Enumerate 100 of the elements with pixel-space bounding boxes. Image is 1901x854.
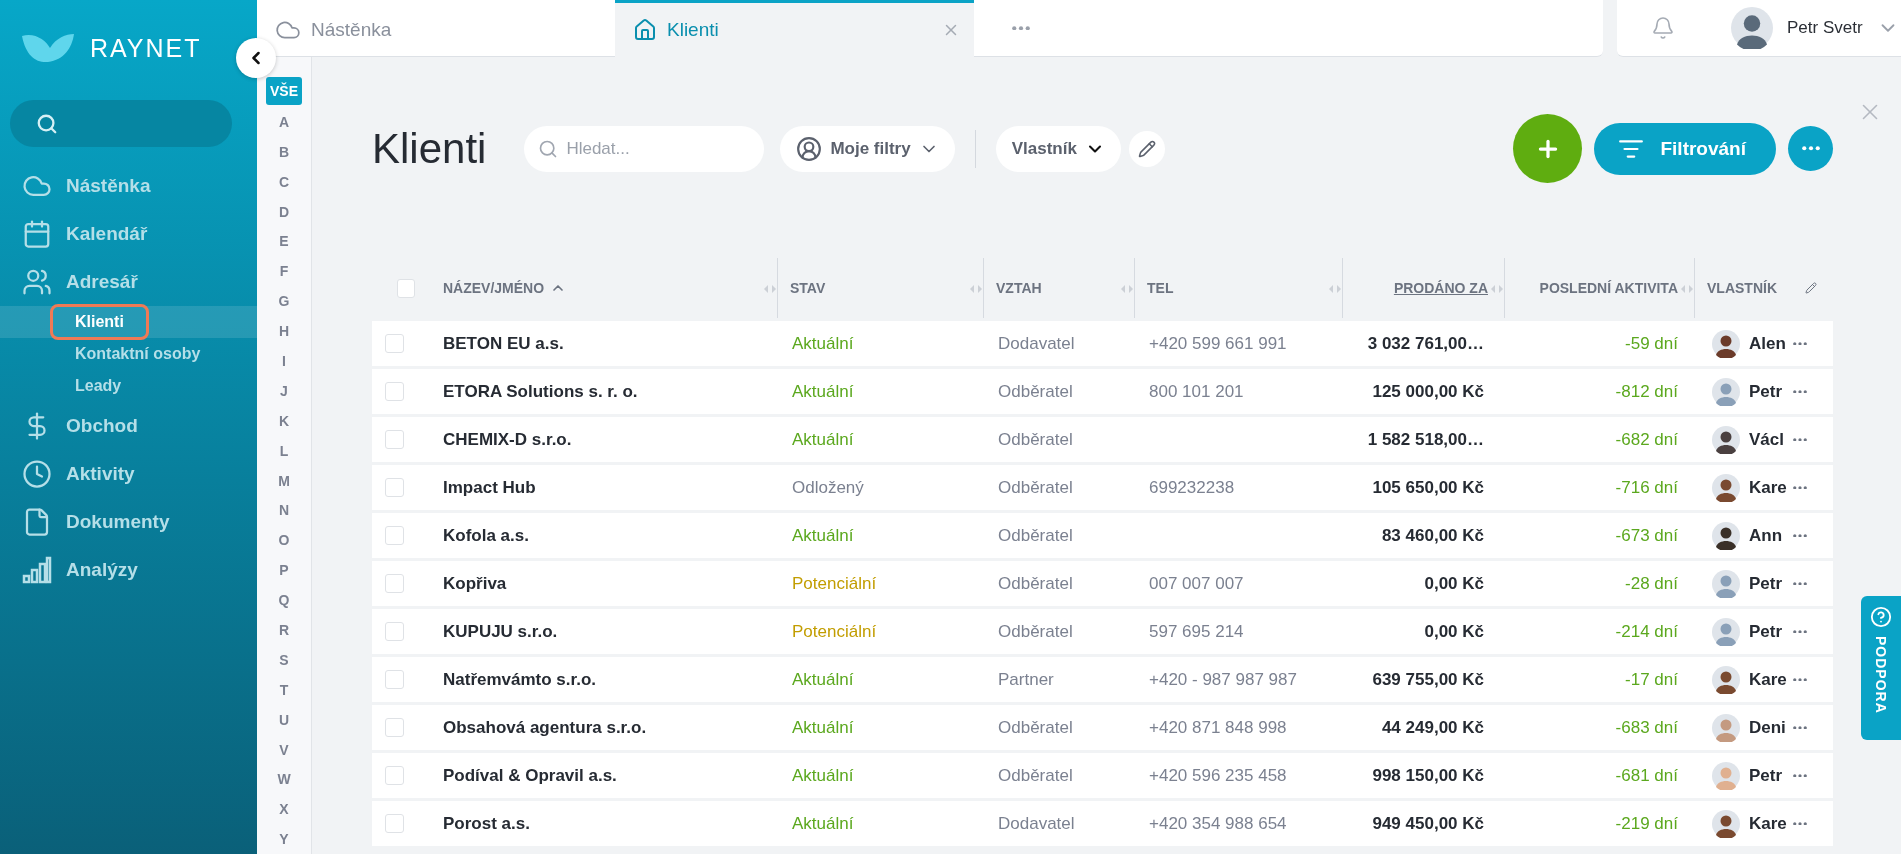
nav-item[interactable]: Kalendář xyxy=(66,223,148,245)
row-menu-icon[interactable] xyxy=(1793,725,1807,730)
alphabet-filter[interactable]: U xyxy=(269,704,299,735)
client-name[interactable]: KUPUJU s.r.o. xyxy=(443,621,558,642)
column-header[interactable]: POSLEDNÍ AKTIVITA xyxy=(1539,280,1678,296)
table-row[interactable]: Natřemvámto s.r.o. Aktuální Partner +420 - 987 987 987 639 755,00 Kč -17 dní Kare xyxy=(372,657,1833,702)
row-checkbox[interactable] xyxy=(385,334,404,353)
alphabet-filter[interactable]: R xyxy=(269,615,299,645)
alphabet-filter[interactable]: I xyxy=(269,346,299,376)
alphabet-filter[interactable]: S xyxy=(269,644,299,675)
more-button[interactable] xyxy=(1788,126,1833,171)
nav-subitem[interactable]: Klienti xyxy=(50,304,149,340)
column-header[interactable]: VZTAH xyxy=(996,280,1042,296)
select-all-checkbox[interactable] xyxy=(397,278,415,298)
alphabet-filter[interactable]: O xyxy=(269,525,299,556)
row-checkbox[interactable] xyxy=(385,670,404,689)
row-checkbox[interactable] xyxy=(385,622,404,641)
column-header[interactable]: VLASTNÍK xyxy=(1707,280,1777,296)
alphabet-filter[interactable]: T xyxy=(269,674,299,705)
table-row[interactable]: Kofola a.s. Aktuální Odběratel 83 460,00 Kč -673 dní Ann xyxy=(372,513,1833,558)
nav-item[interactable]: Adresář xyxy=(66,271,138,293)
client-name[interactable]: Obsahová agentura s.r.o. xyxy=(443,717,647,738)
table-row[interactable]: KUPUJU s.r.o. Potenciální Odběratel 597 695 214 0,00 Kč -214 dní Petr xyxy=(372,609,1833,654)
nav-item[interactable]: Aktivity xyxy=(66,463,135,485)
row-checkbox[interactable] xyxy=(385,430,404,449)
column-header[interactable]: TEL xyxy=(1147,280,1174,296)
nav-item[interactable]: Analýzy xyxy=(66,559,138,581)
my-filters-button[interactable]: Moje filtry xyxy=(780,125,955,172)
row-menu-icon[interactable] xyxy=(1793,389,1807,394)
alphabet-filter[interactable]: B xyxy=(269,136,299,167)
client-name[interactable]: Kopřiva xyxy=(443,573,507,594)
alphabet-filter[interactable]: N xyxy=(269,495,299,526)
alphabet-filter[interactable]: L xyxy=(269,435,299,466)
alphabet-filter[interactable]: H xyxy=(269,316,299,346)
row-checkbox[interactable] xyxy=(385,526,404,545)
search-field[interactable]: Hledat... xyxy=(524,125,765,172)
row-menu-icon[interactable] xyxy=(1793,581,1807,586)
alphabet-filter[interactable]: G xyxy=(269,286,299,317)
table-row[interactable]: Podíval & Opravil a.s. Aktuální Odběratel +420 596 235 458 998 150,00 Kč -681 dní Petr xyxy=(372,753,1833,798)
alphabet-filter[interactable]: D xyxy=(269,196,299,227)
collapse-button[interactable] xyxy=(236,38,276,78)
row-menu-icon[interactable] xyxy=(1793,341,1807,346)
owner-dropdown[interactable]: Vlastník xyxy=(995,125,1121,172)
table-row[interactable]: Obsahová agentura s.r.o. Aktuální Odběratel +420 871 848 998 44 249,00 Kč -683 dní Deni xyxy=(372,705,1833,750)
client-name[interactable]: Natřemvámto s.r.o. xyxy=(443,669,597,690)
alphabet-filter[interactable]: W xyxy=(269,764,299,795)
row-menu-icon[interactable] xyxy=(1793,629,1807,634)
row-menu-icon[interactable] xyxy=(1793,533,1807,538)
bell-icon[interactable] xyxy=(1651,16,1675,40)
row-menu-icon[interactable] xyxy=(1793,677,1807,682)
client-name[interactable]: Impact Hub xyxy=(443,477,536,498)
more-icon[interactable] xyxy=(1012,25,1030,31)
table-row[interactable]: Kopřiva Potenciální Odběratel 007 007 007 0,00 Kč -28 dní Petr xyxy=(372,561,1833,606)
alphabet-filter[interactable]: M xyxy=(269,465,299,496)
alphabet-filter[interactable]: J xyxy=(269,375,299,406)
nav-item[interactable]: Dokumenty xyxy=(66,511,170,533)
alphabet-filter[interactable]: C xyxy=(269,166,299,197)
alphabet-filter[interactable]: E xyxy=(269,226,299,257)
row-checkbox[interactable] xyxy=(385,718,404,737)
alphabet-filter[interactable]: X xyxy=(269,794,299,825)
alphabet-filter[interactable]: VŠE xyxy=(266,77,302,105)
client-name[interactable]: BETON EU a.s. xyxy=(443,333,564,354)
table-row[interactable]: CHEMIX-D s.r.o. Aktuální Odběratel 1 582 518,00… -682 dní Václ xyxy=(372,417,1833,462)
client-name[interactable]: Podíval & Opravil a.s. xyxy=(443,765,617,786)
row-checkbox[interactable] xyxy=(385,766,404,785)
table-row[interactable]: ETORA Solutions s. r. o. Aktuální Odběratel 800 101 201 125 000,00 Kč -812 dní Petr xyxy=(372,369,1833,414)
tab[interactable]: Nástěnka xyxy=(257,0,615,57)
table-row[interactable]: BETON EU a.s. Aktuální Dodavatel +420 599 661 991 3 032 761,00… -59 dní Alen xyxy=(372,321,1833,366)
alphabet-filter[interactable]: A xyxy=(269,106,299,137)
client-name[interactable]: ETORA Solutions s. r. o. xyxy=(443,381,638,402)
column-header[interactable]: STAV xyxy=(790,280,826,296)
row-checkbox[interactable] xyxy=(385,382,404,401)
column-header[interactable]: PRODÁNO ZA xyxy=(1393,280,1488,296)
client-name[interactable]: Kofola a.s. xyxy=(443,525,529,546)
alphabet-filter[interactable]: Q xyxy=(269,585,299,616)
alphabet-filter[interactable]: P xyxy=(269,555,299,586)
alphabet-filter[interactable]: Y xyxy=(269,824,299,854)
search-field[interactable] xyxy=(10,100,232,147)
table-row[interactable]: Porost a.s. Aktuální Dodavatel +420 354 988 654 949 450,00 Kč -219 dní Kare xyxy=(372,801,1833,846)
table-row[interactable]: Impact Hub Odložený Odběratel 699232238 105 650,00 Kč -716 dní Kare xyxy=(372,465,1833,510)
row-checkbox[interactable] xyxy=(385,478,404,497)
alphabet-filter[interactable]: V xyxy=(269,734,299,765)
alphabet-filter[interactable]: F xyxy=(269,256,299,287)
row-menu-icon[interactable] xyxy=(1793,773,1807,778)
client-name[interactable]: CHEMIX-D s.r.o. xyxy=(443,429,572,450)
edit-button[interactable] xyxy=(1128,130,1165,167)
filter-button[interactable]: Filtrování xyxy=(1594,122,1776,175)
support-tab[interactable]: PODPORA xyxy=(1861,596,1901,740)
row-checkbox[interactable] xyxy=(385,814,404,833)
user-name[interactable]: Petr Svetr xyxy=(1787,18,1863,38)
row-menu-icon[interactable] xyxy=(1793,821,1807,826)
client-name[interactable]: Porost a.s. xyxy=(443,813,530,834)
nav-item[interactable]: Obchod xyxy=(66,415,138,437)
alphabet-filter[interactable]: K xyxy=(269,405,299,436)
row-menu-icon[interactable] xyxy=(1793,437,1807,442)
row-checkbox[interactable] xyxy=(385,574,404,593)
row-menu-icon[interactable] xyxy=(1793,485,1807,490)
nav-item[interactable]: Nástěnka xyxy=(66,175,151,197)
pencil-icon[interactable] xyxy=(1805,279,1817,297)
column-header[interactable]: NÁZEV/JMÉNO xyxy=(443,280,545,296)
